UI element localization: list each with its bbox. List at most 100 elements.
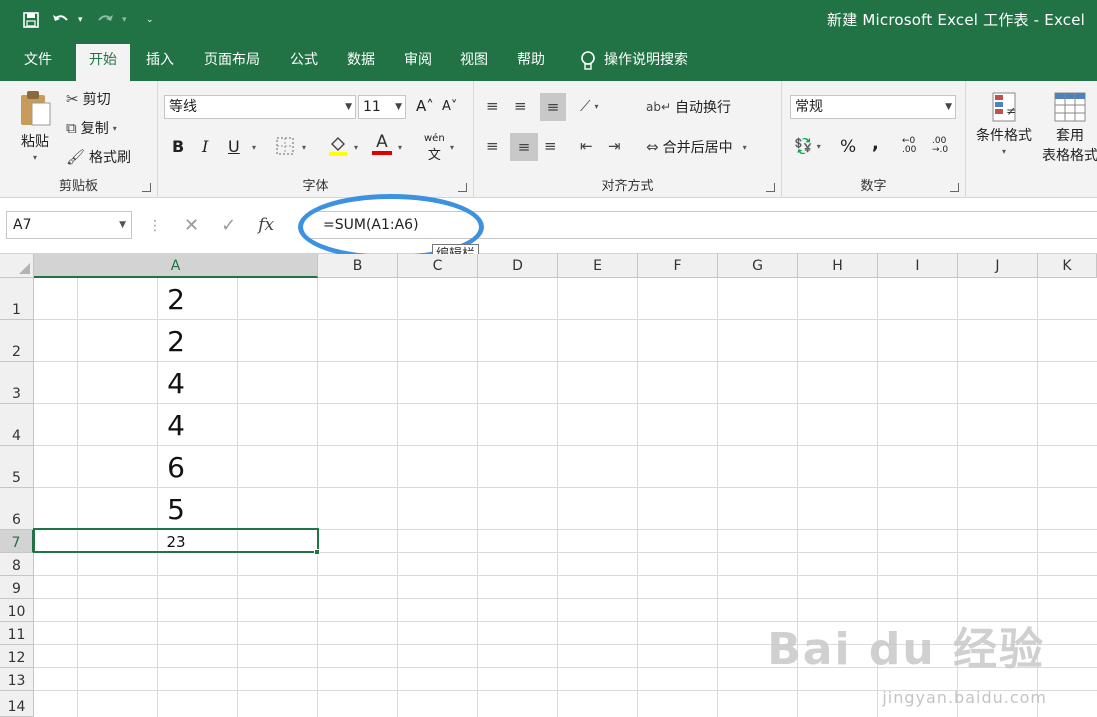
row-header-13[interactable]: 13	[0, 668, 34, 691]
cancel-entry-icon[interactable]: ✕	[184, 215, 199, 236]
row-header-2[interactable]: 2	[0, 320, 34, 362]
borders-button[interactable]	[276, 137, 294, 155]
align-middle-button[interactable]: ≡	[514, 97, 527, 115]
percent-button[interactable]: %	[840, 137, 856, 157]
cell-a6[interactable]: 5	[34, 494, 318, 526]
undo-icon[interactable]	[48, 8, 74, 32]
fill-color-dropdown-icon[interactable]: ▾	[354, 143, 358, 152]
font-color-dropdown-icon[interactable]: ▾	[398, 143, 402, 152]
row-header-14[interactable]: 14	[0, 691, 34, 717]
number-launcher-icon[interactable]	[950, 183, 959, 192]
decrease-font-button[interactable]: A˅	[442, 99, 457, 114]
tab-formulas[interactable]: 公式	[280, 40, 328, 81]
accounting-format-button[interactable]: 💱 ▾	[794, 137, 821, 155]
paste-button[interactable]: 粘贴 ▾	[18, 89, 52, 162]
conditional-formatting-button[interactable]: ≠ 条件格式 ▾	[976, 91, 1032, 156]
bold-button[interactable]: B	[172, 137, 184, 156]
column-header-h[interactable]: H	[798, 254, 878, 278]
column-header-k[interactable]: K	[1038, 254, 1097, 278]
cell-a5[interactable]: 6	[34, 452, 318, 484]
name-box[interactable]: A7 ▼	[6, 211, 132, 239]
cell-a2[interactable]: 2	[34, 326, 318, 358]
column-header-g[interactable]: G	[718, 254, 798, 278]
tell-me-search[interactable]: 操作说明搜索	[580, 40, 688, 81]
column-header-i[interactable]: I	[878, 254, 958, 278]
row-header-6[interactable]: 6	[0, 488, 34, 530]
format-painter-button[interactable]: 🖌 格式刷	[66, 147, 131, 167]
tab-home[interactable]: 开始	[76, 44, 130, 81]
align-bottom-button[interactable]: ≡	[540, 93, 566, 121]
phonetic-guide-button[interactable]: wén 文	[424, 133, 445, 163]
tab-page-layout[interactable]: 页面布局	[192, 40, 272, 81]
wrap-text-button[interactable]: ab↵ 自动换行	[646, 97, 731, 117]
cell-a1[interactable]: 2	[34, 284, 318, 316]
increase-decimal-button[interactable]: ←0.00	[902, 137, 916, 155]
tab-data[interactable]: 数据	[336, 40, 386, 81]
tab-review[interactable]: 审阅	[394, 40, 442, 81]
alignment-launcher-icon[interactable]	[766, 183, 775, 192]
underline-button[interactable]: U	[228, 137, 240, 156]
row-header-4[interactable]: 4	[0, 404, 34, 446]
column-header-j[interactable]: J	[958, 254, 1038, 278]
increase-indent-button[interactable]: ⇥	[608, 137, 621, 155]
undo-dropdown-icon[interactable]: ▾	[78, 15, 88, 25]
phonetic-dropdown-icon[interactable]: ▾	[450, 143, 454, 152]
column-header-d[interactable]: D	[478, 254, 558, 278]
row-header-12[interactable]: 12	[0, 645, 34, 668]
row-header-5[interactable]: 5	[0, 446, 34, 488]
tab-view[interactable]: 视图	[450, 40, 498, 81]
italic-button[interactable]: I	[202, 137, 208, 156]
cut-button[interactable]: ✂ 剪切	[66, 89, 111, 109]
increase-font-button[interactable]: A˄	[416, 97, 434, 115]
row-header-11[interactable]: 11	[0, 622, 34, 645]
insert-function-icon[interactable]: fx	[258, 215, 274, 235]
confirm-entry-icon[interactable]: ✓	[221, 215, 236, 236]
cell-a3[interactable]: 4	[34, 368, 318, 400]
row-header-3[interactable]: 3	[0, 362, 34, 404]
fill-handle[interactable]	[314, 549, 320, 555]
copy-button[interactable]: ⧉ 复制 ▾	[66, 118, 117, 138]
tab-help[interactable]: 帮助	[506, 40, 556, 81]
cell-a4[interactable]: 4	[34, 410, 318, 442]
borders-dropdown-icon[interactable]: ▾	[302, 143, 306, 152]
merge-center-button[interactable]: ⇔ 合并后居中 ▾	[646, 137, 747, 157]
select-all-button[interactable]	[0, 254, 34, 278]
align-center-button[interactable]: ≡	[510, 133, 538, 161]
copy-dropdown-icon[interactable]: ▾	[113, 124, 117, 133]
tab-file[interactable]: 文件	[10, 40, 66, 81]
formula-bar-grip-icon[interactable]: ⋮	[148, 218, 162, 234]
row-header-7[interactable]: 7	[0, 530, 34, 553]
font-size-combo[interactable]: 11 ▼	[358, 95, 406, 119]
underline-dropdown-icon[interactable]: ▾	[252, 143, 256, 152]
font-color-button[interactable]: A	[372, 133, 392, 155]
column-header-c[interactable]: C	[398, 254, 478, 278]
column-header-f[interactable]: F	[638, 254, 718, 278]
align-left-button[interactable]: ≡	[486, 137, 499, 155]
column-header-e[interactable]: E	[558, 254, 638, 278]
row-header-1[interactable]: 1	[0, 278, 34, 320]
orientation-button[interactable]: ⟋ ▾	[580, 97, 599, 115]
paste-dropdown-icon[interactable]: ▾	[33, 153, 37, 162]
clipboard-launcher-icon[interactable]	[142, 183, 151, 192]
align-top-button[interactable]: ≡	[486, 97, 499, 115]
row-header-9[interactable]: 9	[0, 576, 34, 599]
tab-insert[interactable]: 插入	[134, 40, 186, 81]
redo-icon[interactable]	[92, 8, 118, 32]
font-launcher-icon[interactable]	[458, 183, 467, 192]
decrease-indent-button[interactable]: ⇤	[580, 137, 593, 155]
customize-toolbar-icon[interactable]: ⌄	[146, 15, 156, 25]
redo-dropdown-icon[interactable]: ▾	[122, 15, 132, 25]
column-header-b[interactable]: B	[318, 254, 398, 278]
save-icon[interactable]	[18, 8, 44, 32]
column-header-a[interactable]: A	[34, 254, 318, 278]
number-format-combo[interactable]: 常规 ▼	[790, 95, 956, 119]
decrease-decimal-button[interactable]: .00 →.0	[932, 137, 948, 155]
row-header-10[interactable]: 10	[0, 599, 34, 622]
align-right-button[interactable]: ≡	[544, 137, 557, 155]
comma-button[interactable]: ,	[872, 133, 879, 154]
format-as-table-button[interactable]: 套用 表格格式	[1042, 91, 1097, 165]
cell-area[interactable]: 2 2 4 4 6 5 23 Bai du 经验 jingyan.baidu.c…	[34, 278, 1097, 717]
row-header-8[interactable]: 8	[0, 553, 34, 576]
font-name-combo[interactable]: 等线 ▼	[164, 95, 356, 119]
fill-color-button[interactable]	[328, 135, 348, 157]
